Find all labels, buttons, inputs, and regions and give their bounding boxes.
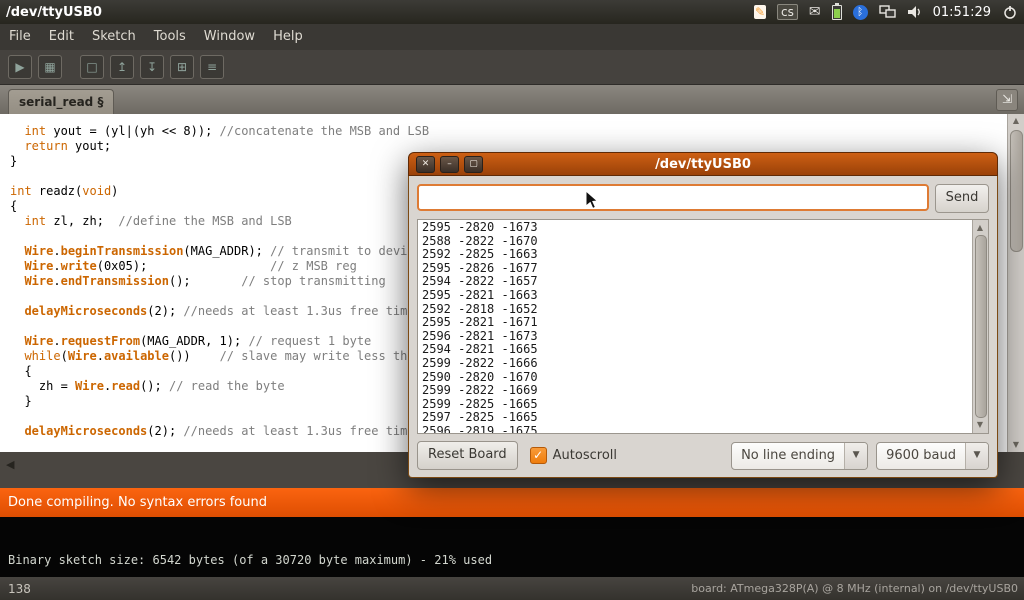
baud-rate-dropdown[interactable]: 9600 baud ▼ — [876, 442, 989, 470]
reset-board-button[interactable]: Reset Board — [417, 441, 518, 470]
mail-icon[interactable]: ✉ — [809, 0, 821, 24]
autoscroll-label: Autoscroll — [553, 448, 617, 463]
network-icon[interactable] — [879, 5, 896, 19]
menu-item-help[interactable]: Help — [264, 24, 312, 50]
serial-scrollbar[interactable]: ▲ ▼ — [972, 220, 988, 433]
minimize-icon[interactable]: – — [440, 156, 459, 173]
serial-line: 2590 -2820 -1670 — [422, 371, 972, 385]
serial-line: 2594 -2822 -1657 — [422, 275, 972, 289]
status-message: Done compiling. No syntax errors found — [8, 495, 267, 510]
chevron-down-icon[interactable]: ▼ — [965, 443, 988, 469]
scroll-left-arrow-icon[interactable]: ◀ — [6, 458, 14, 471]
board-info: board: ATmega328P(A) @ 8 MHz (internal) … — [691, 582, 1024, 595]
serial-line: 2597 -2825 -1665 — [422, 411, 972, 425]
volume-icon[interactable] — [907, 5, 922, 19]
keyboard-layout-indicator[interactable]: cs — [777, 4, 798, 20]
scroll-down-arrow-icon[interactable]: ▼ — [1008, 438, 1024, 452]
console-output: Binary sketch size: 6542 bytes (of a 307… — [8, 553, 492, 567]
serial-send-input[interactable] — [417, 184, 929, 211]
serial-output: 2595 -2820 -16732588 -2822 -16702592 -28… — [418, 220, 972, 434]
stop-button[interactable]: ▦ — [38, 55, 62, 79]
serial-line: 2588 -2822 -1670 — [422, 235, 972, 249]
battery-nub — [835, 3, 839, 5]
bluetooth-icon[interactable]: ᛒ — [853, 5, 868, 20]
serial-controls-row: Reset Board ✓ Autoscroll No line ending … — [417, 442, 989, 469]
serial-line: 2596 -2819 -1675 — [422, 425, 972, 434]
new-button[interactable]: □ — [80, 55, 104, 79]
menu-item-file[interactable]: File — [0, 24, 40, 50]
serial-line: 2595 -2820 -1673 — [422, 221, 972, 235]
baud-rate-value: 9600 baud — [877, 443, 965, 469]
line-ending-value: No line ending — [732, 443, 844, 469]
footer-statusbar: 138 board: ATmega328P(A) @ 8 MHz (intern… — [0, 577, 1024, 600]
serial-line: 2595 -2826 -1677 — [422, 262, 972, 276]
serial-line: 2599 -2822 -1666 — [422, 357, 972, 371]
toolbar: ▶▦ □↥↧⊞≡ — [0, 50, 1024, 85]
scroll-up-arrow-icon[interactable]: ▲ — [1008, 114, 1024, 128]
close-icon[interactable]: ✕ — [416, 156, 435, 173]
upload-button[interactable]: ⊞ — [170, 55, 194, 79]
serial-input-row: Send — [417, 184, 989, 213]
serial-monitor-titlebar[interactable]: ✕ – ▢ /dev/ttyUSB0 — [408, 152, 998, 176]
tab-menu-button[interactable]: ⇲ — [996, 89, 1018, 111]
serial-line: 2592 -2818 -1652 — [422, 303, 972, 317]
serial-line: 2596 -2821 -1673 — [422, 330, 972, 344]
code-line: int yout = (yl|(yh << 8)); //concatenate… — [10, 124, 1007, 139]
battery-fill — [834, 9, 840, 18]
menu-item-window[interactable]: Window — [195, 24, 264, 50]
tab-serial-read[interactable]: serial_read § — [8, 89, 114, 114]
system-tray: ✎ cs ✉ ᛒ 01:51:29 — [754, 0, 1024, 24]
top-panel: /dev/ttyUSB0 ✎ cs ✉ ᛒ 01:51:29 — [0, 0, 1024, 24]
serial-monitor-window: ✕ – ▢ /dev/ttyUSB0 Send 2595 -2820 -1673… — [408, 152, 998, 478]
menu-item-edit[interactable]: Edit — [40, 24, 83, 50]
menu-item-sketch[interactable]: Sketch — [83, 24, 145, 50]
open-button[interactable]: ↥ — [110, 55, 134, 79]
serial-line: 2599 -2825 -1665 — [422, 398, 972, 412]
serial-monitor-button[interactable]: ≡ — [200, 55, 224, 79]
session-power-icon[interactable] — [1002, 5, 1018, 19]
chevron-down-icon[interactable]: ▼ — [844, 443, 867, 469]
serial-output-area[interactable]: 2595 -2820 -16732588 -2822 -16702592 -28… — [417, 219, 989, 434]
save-button[interactable]: ↧ — [140, 55, 164, 79]
send-button[interactable]: Send — [935, 184, 989, 213]
verify-button[interactable]: ▶ — [8, 55, 32, 79]
serial-scroll-up-icon[interactable]: ▲ — [973, 221, 987, 235]
clock[interactable]: 01:51:29 — [933, 5, 991, 20]
tabbar: serial_read § ⇲ — [0, 85, 1024, 114]
compile-status-bar: Done compiling. No syntax errors found — [0, 488, 1024, 517]
editor-vertical-scrollbar[interactable]: ▲ ▼ — [1007, 114, 1024, 452]
autoscroll-checkbox[interactable]: ✓ — [530, 447, 547, 464]
maximize-icon[interactable]: ▢ — [464, 156, 483, 173]
serial-scroll-down-icon[interactable]: ▼ — [973, 418, 987, 432]
serial-line: 2595 -2821 -1663 — [422, 289, 972, 303]
editor-scrollbar-thumb[interactable] — [1010, 130, 1023, 252]
serial-line: 2599 -2822 -1669 — [422, 384, 972, 398]
menu-item-tools[interactable]: Tools — [145, 24, 195, 50]
serial-line: 2592 -2825 -1663 — [422, 248, 972, 262]
line-number-indicator: 138 — [0, 582, 31, 596]
window-title: /dev/ttyUSB0 — [0, 5, 102, 20]
serial-monitor-title: /dev/ttyUSB0 — [409, 157, 997, 172]
serial-line: 2595 -2821 -1671 — [422, 316, 972, 330]
serial-line: 2594 -2821 -1665 — [422, 343, 972, 357]
edit-note-icon[interactable]: ✎ — [754, 5, 766, 19]
serial-monitor-body: Send 2595 -2820 -16732588 -2822 -1670259… — [408, 176, 998, 478]
battery-icon[interactable] — [832, 5, 842, 20]
line-ending-dropdown[interactable]: No line ending ▼ — [731, 442, 868, 470]
serial-scrollbar-thumb[interactable] — [975, 235, 987, 418]
toolbar-buttons: ▶▦ □↥↧⊞≡ — [8, 55, 230, 79]
menubar: FileEditSketchToolsWindowHelp — [0, 24, 1024, 50]
mouse-cursor — [585, 190, 599, 214]
build-console: Binary sketch size: 6542 bytes (of a 307… — [0, 517, 1024, 577]
